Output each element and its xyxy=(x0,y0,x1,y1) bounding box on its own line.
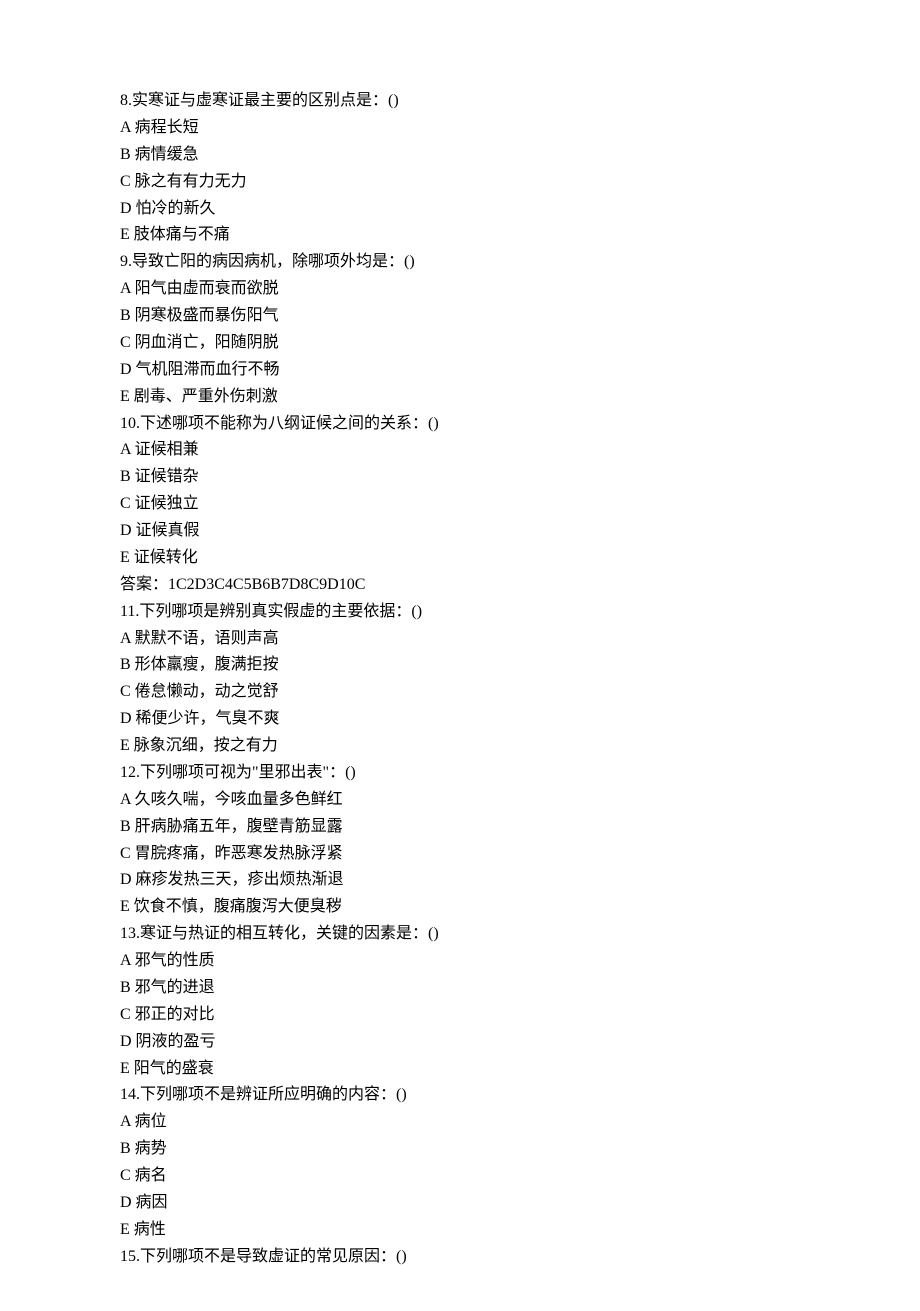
option-e: E 阳气的盛衰 xyxy=(120,1056,800,1083)
option-e: E 肢体痛与不痛 xyxy=(120,222,800,249)
option-a: A 邪气的性质 xyxy=(120,948,800,975)
option-c: C 证候独立 xyxy=(120,491,800,518)
answers-line: 答案：1C2D3C4C5B6B7D8C9D10C xyxy=(120,572,800,599)
option-a: A 证候相兼 xyxy=(120,437,800,464)
option-c: C 病名 xyxy=(120,1163,800,1190)
document-content: 8.实寒证与虚寒证最主要的区别点是：() A 病程长短 B 病情缓急 C 脉之有… xyxy=(120,88,800,1271)
option-b: B 肝病胁痛五年，腹壁青筋显露 xyxy=(120,814,800,841)
question-stem: 14.下列哪项不是辨证所应明确的内容：() xyxy=(120,1082,800,1109)
option-b: B 病情缓急 xyxy=(120,142,800,169)
question-stem: 10.下述哪项不能称为八纲证候之间的关系：() xyxy=(120,411,800,438)
option-e: E 剧毒、严重外伤刺激 xyxy=(120,384,800,411)
option-e: E 病性 xyxy=(120,1217,800,1244)
option-a: A 默默不语，语则声高 xyxy=(120,626,800,653)
question-stem: 15.下列哪项不是导致虚证的常见原因：() xyxy=(120,1244,800,1271)
option-c: C 倦怠懒动，动之觉舒 xyxy=(120,679,800,706)
option-c: C 阴血消亡，阳随阴脱 xyxy=(120,330,800,357)
option-a: A 病程长短 xyxy=(120,115,800,142)
option-d: D 麻疹发热三天，疹出烦热渐退 xyxy=(120,867,800,894)
option-a: A 阳气由虚而衰而欲脱 xyxy=(120,276,800,303)
option-b: B 形体羸瘦，腹满拒按 xyxy=(120,652,800,679)
option-d: D 病因 xyxy=(120,1190,800,1217)
option-d: D 怕冷的新久 xyxy=(120,196,800,223)
option-a: A 病位 xyxy=(120,1109,800,1136)
option-e: E 证候转化 xyxy=(120,545,800,572)
question-stem: 8.实寒证与虚寒证最主要的区别点是：() xyxy=(120,88,800,115)
option-b: B 病势 xyxy=(120,1136,800,1163)
option-d: D 证候真假 xyxy=(120,518,800,545)
option-a: A 久咳久喘，今咳血量多色鲜红 xyxy=(120,787,800,814)
option-b: B 邪气的进退 xyxy=(120,975,800,1002)
option-d: D 稀便少许，气臭不爽 xyxy=(120,706,800,733)
question-stem: 12.下列哪项可视为"里邪出表"：() xyxy=(120,760,800,787)
option-b: B 阴寒极盛而暴伤阳气 xyxy=(120,303,800,330)
option-e: E 脉象沉细，按之有力 xyxy=(120,733,800,760)
question-stem: 11.下列哪项是辨别真实假虚的主要依据：() xyxy=(120,599,800,626)
option-c: C 脉之有有力无力 xyxy=(120,169,800,196)
option-c: C 邪正的对比 xyxy=(120,1002,800,1029)
option-e: E 饮食不慎，腹痛腹泻大便臭秽 xyxy=(120,894,800,921)
question-stem: 9.导致亡阳的病因病机，除哪项外均是：() xyxy=(120,249,800,276)
option-b: B 证候错杂 xyxy=(120,464,800,491)
option-d: D 气机阻滞而血行不畅 xyxy=(120,357,800,384)
option-d: D 阴液的盈亏 xyxy=(120,1029,800,1056)
question-stem: 13.寒证与热证的相互转化，关键的因素是：() xyxy=(120,921,800,948)
option-c: C 胃脘疼痛，昨恶寒发热脉浮紧 xyxy=(120,841,800,868)
